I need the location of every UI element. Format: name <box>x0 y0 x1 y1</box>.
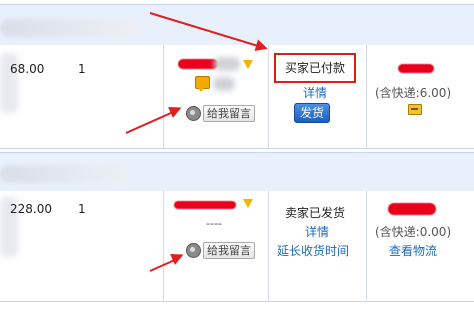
item-price: 68.00 <box>10 62 45 76</box>
redacted-total <box>398 64 434 73</box>
redacted-buyer-extra <box>214 57 240 71</box>
item-quantity: 1 <box>78 62 86 76</box>
redacted-buyer-name <box>178 59 218 69</box>
order-1-row: 68.00 1 给我留言 买家已付款 详情 发货 (含快递:6.00) <box>0 45 474 149</box>
order-detail-link[interactable]: 详情 <box>305 223 329 240</box>
redacted-order-info <box>0 165 130 183</box>
payment-icon <box>408 104 422 115</box>
view-logistics-link[interactable]: 查看物流 <box>389 242 437 259</box>
order-detail-link[interactable]: 详情 <box>303 84 327 101</box>
leave-message-button[interactable]: 给我留言 <box>186 242 255 259</box>
message-icon <box>186 106 201 121</box>
item-quantity: 1 <box>78 202 86 216</box>
flag-icon[interactable] <box>243 199 253 208</box>
order-2-row: 228.00 1 ---- 给我留言 卖家已发货 详情 延长收货时间 (含快递:… <box>0 191 474 302</box>
item-price: 228.00 <box>10 202 52 216</box>
buyer-contact: ---- <box>206 217 222 230</box>
flag-icon[interactable] <box>243 60 253 69</box>
chat-icon[interactable] <box>195 76 210 92</box>
message-icon <box>186 243 201 258</box>
order-status: 卖家已发货 <box>285 206 346 220</box>
shipping-fee: (含快递:0.00) <box>375 225 452 239</box>
leave-message-label: 给我留言 <box>203 242 255 259</box>
redacted-total <box>388 203 436 215</box>
redacted-contact <box>213 77 235 91</box>
leave-message-label: 给我留言 <box>203 105 255 122</box>
extend-receipt-link[interactable]: 延长收货时间 <box>277 242 349 259</box>
shipping-fee: (含快递:6.00) <box>375 86 452 100</box>
order-status: 买家已付款 <box>285 61 346 75</box>
ship-button[interactable]: 发货 <box>294 103 330 123</box>
order-2-header <box>0 152 474 192</box>
leave-message-button[interactable]: 给我留言 <box>186 105 255 122</box>
redacted-order-info <box>0 19 140 37</box>
redacted-buyer-name <box>174 201 236 209</box>
